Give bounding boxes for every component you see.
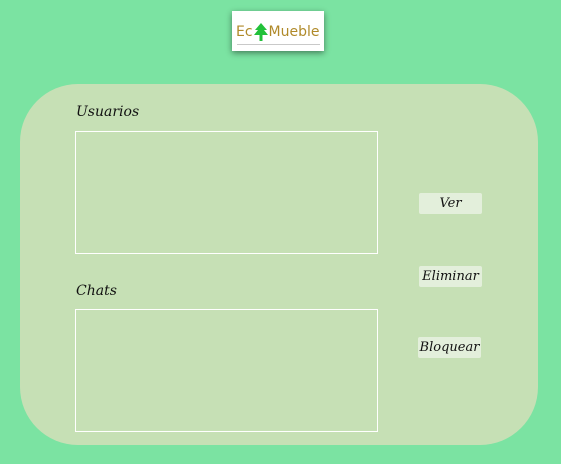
ver-button[interactable]: Ver — [419, 193, 482, 214]
logo-underline — [237, 44, 320, 45]
bloquear-button[interactable]: Bloquear — [418, 337, 481, 358]
logo-text-right: Mueble — [268, 24, 320, 40]
eliminar-button[interactable]: Eliminar — [419, 266, 482, 287]
usuarios-list[interactable] — [75, 131, 378, 254]
tree-icon — [253, 23, 268, 41]
chats-list[interactable] — [75, 309, 378, 432]
logo-text-left: Ec — [236, 24, 253, 40]
usuarios-label: Usuarios — [76, 104, 140, 120]
chats-label: Chats — [76, 283, 117, 299]
logo-wordmark: Ec Mueble — [236, 20, 322, 44]
logo: Ec Mueble — [232, 11, 324, 51]
